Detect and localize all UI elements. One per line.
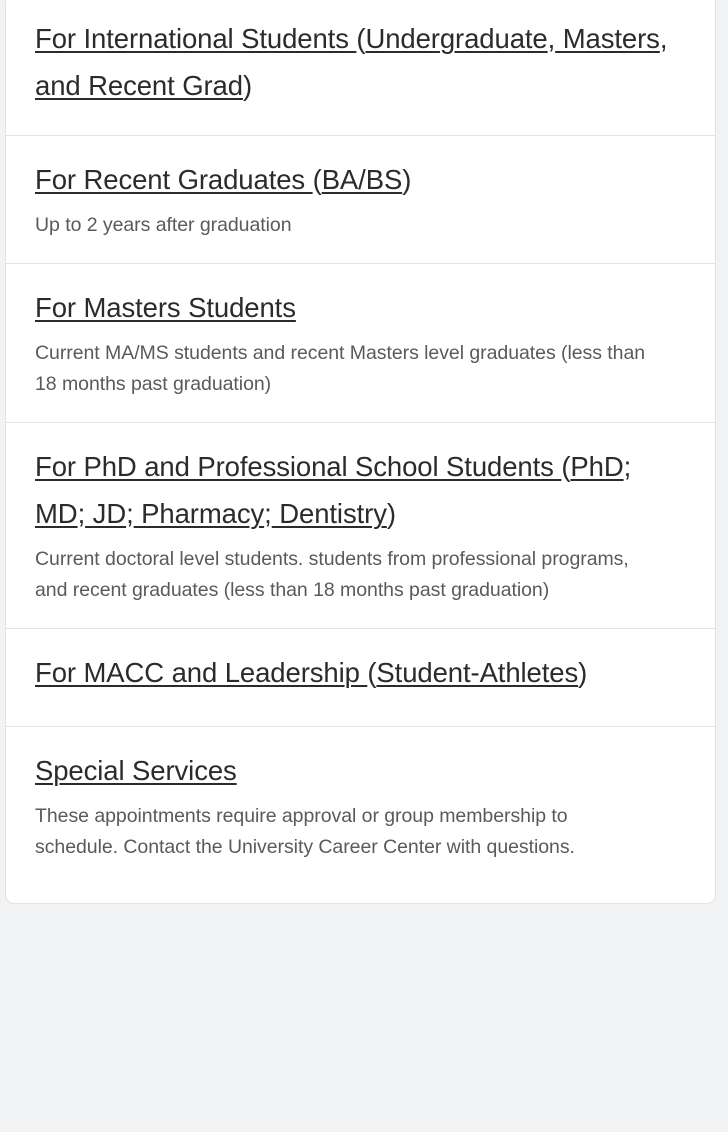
title-punctuation: ) <box>402 164 412 195</box>
category-description-special: These appointments require approval or g… <box>35 805 575 858</box>
title-punctuation: , <box>659 23 668 54</box>
title-punctuation: ; <box>126 498 134 529</box>
category-link-phd[interactable]: For PhD and Professional School Students… <box>35 443 686 537</box>
title-segment: Special Services <box>35 755 237 786</box>
title-segment: JD <box>85 498 127 529</box>
title-punctuation: ) <box>386 498 396 529</box>
title-segment: BA/BS <box>321 164 403 195</box>
appointment-category-special: Special Services These appointments requi… <box>6 727 715 903</box>
category-description-phd: Current doctoral level students. student… <box>35 548 629 601</box>
title-punctuation: ; <box>264 498 272 529</box>
title-segment: MD <box>35 498 78 529</box>
title-segment: and Recent Grad <box>35 70 243 101</box>
title-segment: For MACC and Leadership <box>35 657 368 688</box>
title-segment: Masters <box>555 23 660 54</box>
appointment-category-macc: For MACC and Leadership (Student-Athlete… <box>6 629 715 727</box>
category-link-special[interactable]: Special Services <box>35 747 686 794</box>
title-punctuation: ; <box>623 451 632 482</box>
title-punctuation: ; <box>77 498 86 529</box>
appointment-category-masters: For Masters Students Current MA/MS studen… <box>6 264 715 423</box>
category-link-international[interactable]: For International Students (Undergraduat… <box>35 15 686 109</box>
category-link-recent[interactable]: For Recent Graduates (BA/BS) <box>35 156 686 203</box>
appointment-category-recent: For Recent Graduates (BA/BS) Up to 2 year… <box>6 136 715 264</box>
appointment-category-list: For International Students ( Undergraduat… <box>6 0 715 903</box>
appointment-category-international: For International Students (Undergraduat… <box>6 0 715 136</box>
title-segment: Student-Athletes <box>376 657 579 688</box>
title-segment: For International Students <box>35 23 357 54</box>
appointment-category-phd: For PhD and Professional School Students… <box>6 423 715 629</box>
title-segment: PhD <box>570 451 624 482</box>
category-description-masters: Current MA/MS students and recent Master… <box>35 342 646 395</box>
title-punctuation: ) <box>578 657 588 688</box>
title-segment: For Masters Students <box>35 292 296 323</box>
title-segment: Pharmacy <box>133 498 265 529</box>
category-link-macc[interactable]: For MACC and Leadership (Student-Athlete… <box>35 649 686 696</box>
title-punctuation: ( <box>312 164 322 195</box>
title-segment: Undergraduate <box>365 23 548 54</box>
title-segment: Dentistry <box>271 498 387 529</box>
appointment-categories-card: For International Students ( Undergraduat… <box>5 0 716 904</box>
title-segment: For PhD and Professional School Students <box>35 451 562 482</box>
title-segment: For Recent Graduates <box>35 164 313 195</box>
category-link-masters[interactable]: For Masters Students <box>35 284 686 331</box>
category-description-recent: Up to 2 years after graduation <box>35 214 292 236</box>
title-punctuation: ) <box>242 70 252 101</box>
